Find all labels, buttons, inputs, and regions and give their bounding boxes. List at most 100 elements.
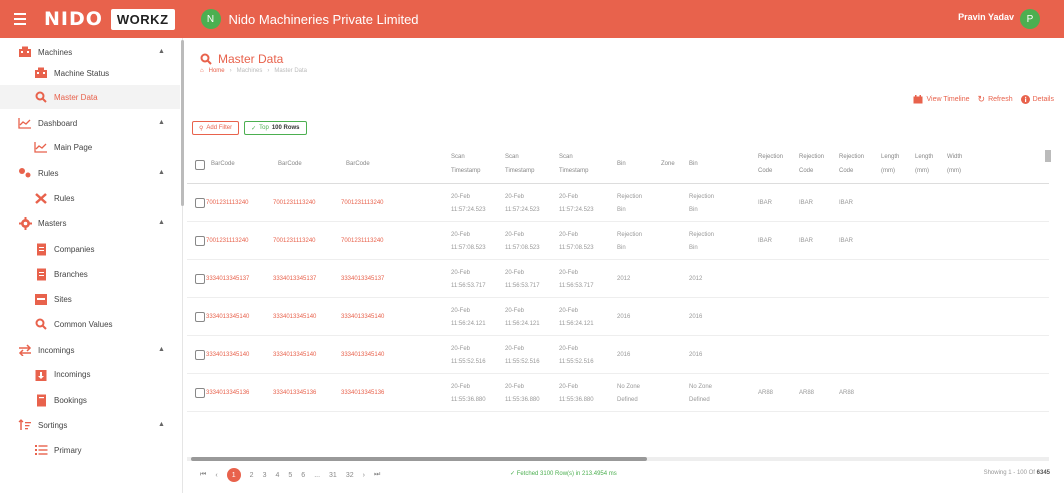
refresh-button[interactable]: ↻ Refresh [978,94,1013,105]
page-number-button[interactable]: 3 [263,472,267,479]
add-filter-button[interactable]: ⚲ Add Filter [192,121,240,135]
home-icon[interactable]: ⌂ [200,68,204,74]
barcode-cell[interactable]: 3334013345137 [273,273,316,286]
sidebar-item-incomings[interactable]: Incomings ▲ [0,338,180,362]
barcode-cell[interactable]: 3334013345140 [273,311,316,324]
column-header[interactable]: Width (mm) [947,150,962,178]
page-number-button[interactable]: 1 [226,468,241,482]
column-header[interactable]: Rejection Code [758,150,783,178]
table-row[interactable]: 3334013345136 3334013345136 3334013345136 2… [187,374,1049,412]
row-checkbox[interactable] [195,274,205,284]
table-row[interactable]: 3334013345140 3334013345140 3334013345140 2… [187,336,1049,374]
column-header[interactable]: Bin [689,157,698,171]
chevron-up-icon[interactable]: ▲ [158,48,165,55]
sidebar-item-incomings[interactable]: Incomings [0,362,180,386]
table-row[interactable]: 3334013345140 3334013345140 3334013345140 2… [187,298,1049,336]
sidebar-scrollbar[interactable] [181,40,184,206]
previous-page-button[interactable]: ‹ [215,472,217,479]
sidebar-item-dashboard[interactable]: Dashboard ▲ [0,111,180,135]
timestamp-line: 11:57:24.523 [505,207,540,213]
row-checkbox[interactable] [195,312,205,322]
select-all-checkbox[interactable] [195,160,205,170]
sidebar-item-common-values[interactable]: Common Values [0,312,180,336]
column-header[interactable]: Scan Timestamp [451,150,480,178]
sidebar-item-rules[interactable]: Rules ▲ [0,161,180,185]
barcode-cell[interactable]: 7001231113240 [273,235,316,248]
page-number-button[interactable]: 32 [346,472,354,479]
product-logo: WORKZ [110,8,175,30]
page-number-button[interactable]: 6 [301,472,305,479]
barcode-cell[interactable]: 3334013345140 [206,349,249,362]
barcode-cell[interactable]: 7001231113240 [206,197,249,210]
table-row[interactable]: 3334013345137 3334013345137 3334013345137 2… [187,260,1049,298]
barcode-cell[interactable]: 3334013345136 [273,387,316,400]
column-header[interactable]: Zone [661,157,675,171]
view-timeline-button[interactable]: View Timeline [913,95,970,104]
sidebar-item-sortings[interactable]: Sortings ▲ [0,413,180,437]
barcode-cell[interactable]: 3334013345140 [341,349,384,362]
chevron-up-icon[interactable]: ▲ [158,119,165,126]
top-rows-selector[interactable]: ✓ Top 100 Rows [244,121,307,135]
details-button[interactable]: Details [1020,95,1054,104]
barcode-cell[interactable]: 7001231113240 [341,197,384,210]
column-header[interactable]: Length (mm) [915,150,933,178]
sidebar-item-sites[interactable]: Sites [0,287,180,311]
column-header[interactable]: Rejection Code [839,150,864,178]
column-header[interactable]: Scan Timestamp [505,150,534,178]
barcode-cell[interactable]: 3334013345140 [273,349,316,362]
page-number-button[interactable]: 4 [275,472,279,479]
barcode-cell[interactable]: 7001231113240 [273,197,316,210]
row-checkbox[interactable] [195,350,205,360]
barcode-cell[interactable]: 7001231113240 [341,235,384,248]
first-page-button[interactable]: ⏮ [200,471,206,479]
sidebar-item-master-data[interactable]: Master Data [0,85,180,109]
column-header[interactable]: BarCode [278,157,302,171]
column-header[interactable]: Length (mm) [881,150,899,178]
last-page-button[interactable]: ⏭ [374,471,380,479]
table-horizontal-scrollbar[interactable] [187,457,1049,461]
page-number-button[interactable]: 5 [288,472,292,479]
table-row[interactable]: 7001231113240 7001231113240 7001231113240 2… [187,222,1049,260]
sidebar-item-machine-status[interactable]: Machine Status [0,61,180,85]
sidebar-item-bookings[interactable]: Bookings [0,388,180,412]
sidebar-item-masters[interactable]: Masters ▲ [0,211,180,235]
barcode-cell[interactable]: 7001231113240 [206,235,249,248]
barcode-cell[interactable]: 3334013345140 [341,311,384,324]
page-number-button[interactable]: 31 [329,472,337,479]
sidebar-item-companies[interactable]: Companies [0,237,180,261]
sidebar-item-main-page[interactable]: Main Page [0,135,180,159]
timestamp-line: 11:56:53.717 [505,283,540,289]
user-name[interactable]: Pravin Yadav [958,12,1014,22]
row-checkbox[interactable] [195,198,205,208]
page-number-button[interactable]: ... [314,472,320,479]
user-avatar[interactable]: P [1020,9,1040,29]
menu-icon[interactable] [14,13,36,25]
table-vertical-scrollbar[interactable] [1045,150,1051,162]
bin-cell: No Zone Defined [617,381,640,407]
column-header[interactable]: Scan Timestamp [559,150,588,178]
chevron-up-icon[interactable]: ▲ [158,421,165,428]
breadcrumb-home[interactable]: Home [209,68,225,74]
barcode-cell[interactable]: 3334013345136 [341,387,384,400]
next-page-button[interactable]: › [363,472,365,479]
scrollbar-thumb[interactable] [191,457,647,461]
sidebar-item-rules[interactable]: Rules [0,186,180,210]
barcode-cell[interactable]: 3334013345136 [206,387,249,400]
column-header[interactable]: Rejection Code [799,150,824,178]
table-row[interactable]: 7001231113240 7001231113240 7001231113240 2… [187,184,1049,222]
column-header[interactable]: BarCode [211,157,235,171]
sidebar-item-primary[interactable]: Primary [0,438,180,462]
column-header[interactable]: Bin [617,157,626,171]
sidebar-item-branches[interactable]: Branches [0,262,180,286]
chevron-up-icon[interactable]: ▲ [158,219,165,226]
chevron-up-icon[interactable]: ▲ [158,346,165,353]
breadcrumb-machines[interactable]: Machines [237,68,263,74]
page-number-button[interactable]: 2 [250,472,254,479]
barcode-cell[interactable]: 3334013345137 [341,273,384,286]
row-checkbox[interactable] [195,236,205,246]
chevron-up-icon[interactable]: ▲ [158,169,165,176]
column-header[interactable]: BarCode [346,157,370,171]
barcode-cell[interactable]: 3334013345140 [206,311,249,324]
row-checkbox[interactable] [195,388,205,398]
barcode-cell[interactable]: 3334013345137 [206,273,249,286]
